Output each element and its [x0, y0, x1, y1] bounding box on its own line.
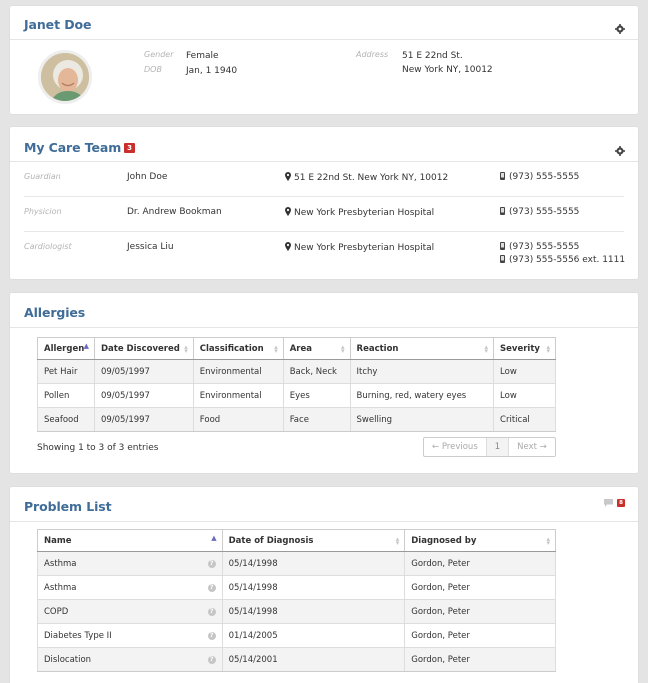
dob-label: DOB: [144, 65, 162, 74]
problem-count-badge: 8: [617, 499, 625, 507]
sort-icon: ▴ ▾: [184, 343, 188, 355]
phone-text: (973) 555-5555: [509, 172, 580, 182]
column-allergen[interactable]: Allergen ▲: [37, 337, 95, 360]
pagination: ← Previous 1 Next →: [423, 437, 556, 457]
gear-icon[interactable]: [615, 24, 625, 34]
mobile-phone-icon: [500, 255, 505, 263]
member-location: 51 E 22nd St. New York NY, 10012: [285, 172, 448, 183]
address-line2: New York NY, 10012: [402, 65, 493, 75]
table-row[interactable]: Asthma? 05/14/1998 Gordon, Peter: [37, 575, 556, 600]
table-info: Showing 1 to 3 of 3 entries: [37, 443, 159, 453]
member-phone[interactable]: (973) 555-5555: [500, 172, 579, 182]
care-team-row: Physicion Dr. Andrew Bookman New York Pr…: [24, 197, 624, 232]
problem-list-table: Name ▲ Date of Diagnosis ▴ ▾ Diagnosed by ▴ ▾…: [37, 529, 556, 672]
member-phone[interactable]: (973) 555-5556 ext. 1111: [500, 255, 625, 265]
table-row[interactable]: Diabetes Type II? 01/14/2005 Gordon, Pet…: [37, 623, 556, 648]
patient-name: Janet Doe: [24, 17, 92, 32]
table-row[interactable]: Dislocation? 05/14/2001 Gordon, Peter: [37, 647, 556, 672]
mobile-phone-icon: [500, 242, 505, 250]
sort-icon: ▴ ▾: [341, 343, 345, 355]
mobile-phone-icon: [500, 172, 505, 180]
mobile-phone-icon: [500, 207, 505, 215]
problem-list-title: Problem List: [24, 499, 112, 514]
map-marker-icon: [285, 172, 291, 181]
member-name: Dr. Andrew Bookman: [127, 207, 222, 217]
sort-icon: ▴ ▾: [395, 535, 400, 547]
comment-icon: [604, 499, 614, 507]
phone-text: (973) 555-5556 ext. 1111: [509, 255, 626, 265]
problem-list-card: Problem List 8 Name ▲ Date of Diagnosis ▴ ▾…: [10, 487, 638, 683]
member-location: New York Presbyterian Hospital: [285, 242, 434, 253]
allergies-table: Allergen ▲ Date Discovered ▴ ▾ Classificati…: [37, 337, 556, 432]
sort-asc-icon: ▲: [211, 534, 217, 542]
question-icon[interactable]: ?: [207, 583, 216, 592]
table-row[interactable]: COPD? 05/14/1998 Gordon, Peter: [37, 599, 556, 624]
location-text: 51 E 22nd St. New York NY, 10012: [294, 173, 449, 183]
table-row[interactable]: Pollen 09/05/1997 Environmental Eyes Bur…: [37, 383, 556, 408]
care-team-title: My Care Team 3: [24, 140, 135, 155]
care-team-count-badge: 3: [124, 143, 135, 153]
member-role: Guardian: [24, 172, 61, 181]
column-reaction[interactable]: Reaction ▴ ▾: [349, 337, 495, 360]
map-marker-icon: [285, 207, 291, 216]
location-text: New York Presbyterian Hospital: [294, 208, 435, 218]
column-classification[interactable]: Classification ▴ ▾: [192, 337, 284, 360]
dob-value: Jan, 1 1940: [186, 66, 238, 76]
table-row[interactable]: Pet Hair 09/05/1997 Environmental Back, …: [37, 359, 556, 384]
page-1-button[interactable]: 1: [486, 438, 510, 456]
gender-value: Female: [186, 51, 219, 61]
address-line1: 51 E 22nd St.: [402, 51, 463, 61]
sort-icon: ▴ ▾: [274, 343, 278, 355]
avatar: [38, 50, 92, 104]
column-name[interactable]: Name ▲: [37, 529, 223, 552]
map-marker-icon: [285, 242, 291, 251]
previous-button[interactable]: ← Previous: [424, 438, 487, 456]
member-name: Jessica Liu: [127, 242, 174, 252]
sort-icon: ▴ ▾: [484, 343, 489, 355]
comments-indicator[interactable]: 8: [604, 499, 625, 509]
column-date-discovered[interactable]: Date Discovered ▴ ▾: [93, 337, 194, 360]
table-row[interactable]: Seafood 09/05/1997 Food Face Swelling Cr…: [37, 407, 556, 432]
care-team-title-text: My Care Team: [24, 140, 122, 155]
sort-asc-icon: ▲: [83, 342, 89, 350]
allergies-card: Allergies Allergen ▲ Date Discovered ▴ ▾ Cl…: [10, 293, 638, 473]
question-icon[interactable]: ?: [207, 559, 216, 568]
member-role: Cardiologist: [24, 242, 72, 251]
phone-text: (973) 555-5555: [509, 242, 580, 252]
member-phone[interactable]: (973) 555-5555: [500, 242, 579, 252]
care-team-row: Guardian John Doe 51 E 22nd St. New York…: [24, 162, 624, 197]
table-row[interactable]: Asthma? 05/14/1998 Gordon, Peter: [37, 551, 556, 576]
care-team-card: My Care Team 3 Guardian John Doe 51 E 22n…: [10, 127, 638, 279]
next-button[interactable]: Next →: [509, 438, 555, 456]
gender-label: Gender: [144, 50, 174, 59]
location-text: New York Presbyterian Hospital: [294, 243, 435, 253]
member-phone[interactable]: (973) 555-5555: [500, 207, 579, 217]
patient-card: Janet Doe Gender Female DOB Jan, 1 1940 …: [10, 6, 638, 114]
sort-icon: ▴ ▾: [546, 535, 550, 547]
member-location: New York Presbyterian Hospital: [285, 207, 434, 218]
column-diagnosed-by[interactable]: Diagnosed by ▴ ▾: [404, 529, 556, 552]
column-date-of-diagnosis[interactable]: Date of Diagnosis ▴ ▾: [221, 529, 406, 552]
phone-text: (973) 555-5555: [509, 207, 580, 217]
question-icon[interactable]: ?: [207, 655, 216, 664]
care-team-row: Cardiologist Jessica Liu New York Presby…: [24, 232, 625, 267]
member-name: John Doe: [127, 172, 168, 182]
allergies-title: Allergies: [24, 305, 86, 320]
column-area[interactable]: Area ▴ ▾: [282, 337, 351, 360]
sort-icon: ▴ ▾: [546, 343, 550, 355]
member-role: Physicion: [24, 207, 62, 216]
column-severity[interactable]: Severity ▴ ▾: [493, 337, 556, 360]
gear-icon[interactable]: [615, 146, 625, 156]
question-icon[interactable]: ?: [207, 607, 216, 616]
question-icon[interactable]: ?: [207, 631, 216, 640]
address-label: Address: [356, 50, 389, 59]
